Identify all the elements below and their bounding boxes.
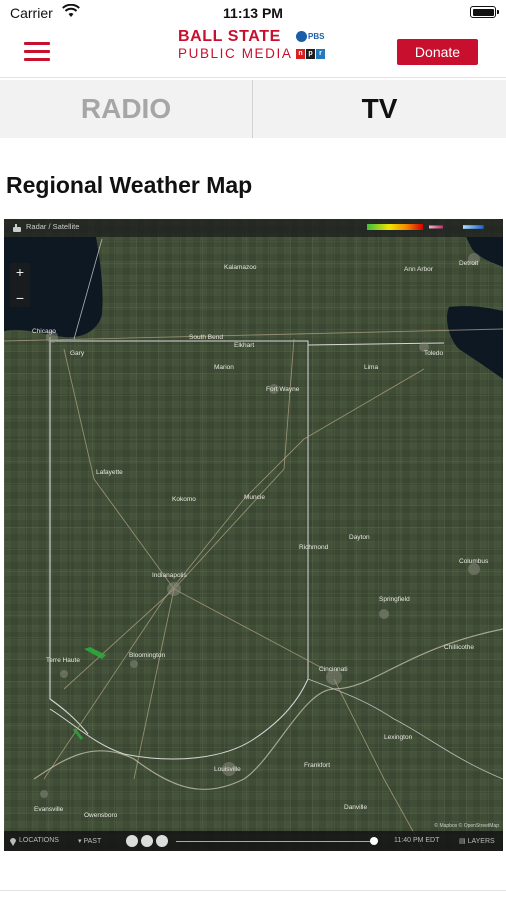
- city-label: Danville: [344, 804, 368, 811]
- city-label: Lexington: [384, 734, 413, 741]
- city-label: Lima: [364, 364, 378, 371]
- city-label: Dayton: [349, 534, 370, 541]
- zoom-in-button[interactable]: +: [10, 263, 30, 281]
- city-label: Owensboro: [84, 812, 118, 819]
- city-label: Cincinnati: [319, 666, 348, 673]
- city-label: Chicago: [32, 328, 56, 335]
- city-label: Louisville: [214, 766, 241, 773]
- city-label: Columbus: [459, 558, 489, 565]
- city-label: Indianapolis: [152, 572, 187, 579]
- play-button[interactable]: [141, 835, 153, 847]
- city-label: Ann Arbor: [404, 266, 434, 273]
- footer-divider: [0, 890, 506, 891]
- city-label: Evansville: [34, 806, 64, 813]
- weather-map[interactable]: Chicago Gary Kalamazoo Detroit Ann Arbor Tole…: [4, 219, 503, 851]
- status-bar: Carrier 11:13 PM: [0, 0, 506, 26]
- city-label: Richmond: [299, 544, 329, 551]
- city-label: Bloomington: [129, 652, 166, 659]
- page-title: Regional Weather Map: [6, 172, 253, 198]
- timeline-track[interactable]: [176, 841, 376, 842]
- donate-button[interactable]: Donate: [397, 39, 478, 65]
- layers-button[interactable]: ▤ LAYERS: [459, 837, 495, 845]
- locations-button[interactable]: LOCATIONS: [19, 837, 59, 844]
- brand-logo[interactable]: BALL STATE PUBLIC MEDIA PBS n p r: [176, 28, 336, 68]
- hand-pointer-icon[interactable]: [12, 223, 22, 233]
- map-playback-bar: LOCATIONS ▾ PAST 11:40 PM EDT ▤ LAYERS: [4, 831, 503, 851]
- city-label: Muncie: [244, 494, 265, 501]
- city-label: Terre Haute: [46, 657, 80, 664]
- step-forward-button[interactable]: [156, 835, 168, 847]
- city-label: Elkhart: [234, 342, 254, 349]
- npr-logo-icon: n p r: [296, 49, 325, 59]
- brand-name: BALL STATE: [178, 28, 281, 45]
- brand-subname: PUBLIC MEDIA: [178, 46, 293, 61]
- map-canvas[interactable]: Chicago Gary Kalamazoo Detroit Ann Arbor Tole…: [4, 219, 503, 851]
- city-label: Toledo: [424, 350, 444, 357]
- location-pin-icon: [10, 838, 16, 846]
- zoom-level-indicator: [10, 281, 30, 289]
- city-label: Kokomo: [172, 496, 196, 503]
- tab-radio[interactable]: RADIO: [0, 80, 253, 138]
- legend-snow-bar: [463, 225, 484, 229]
- map-attribution[interactable]: © Mapbox © OpenStreetMap: [434, 823, 499, 829]
- hamburger-menu-icon[interactable]: [24, 40, 52, 62]
- tab-tv[interactable]: TV: [253, 80, 506, 138]
- city-label: Kalamazoo: [224, 264, 257, 271]
- clock: 11:13 PM: [223, 5, 283, 21]
- battery-icon: [470, 6, 499, 18]
- map-layer-label[interactable]: Radar / Satellite: [26, 222, 79, 231]
- step-back-button[interactable]: [126, 835, 138, 847]
- media-tabs: RADIO TV: [0, 80, 506, 138]
- past-dropdown[interactable]: ▾ PAST: [78, 837, 101, 845]
- zoom-out-button[interactable]: −: [10, 289, 30, 307]
- pbs-logo-icon: PBS: [296, 30, 324, 42]
- city-label: Springfield: [379, 596, 410, 603]
- city-label: Detroit: [459, 260, 478, 267]
- city-label: Gary: [70, 350, 85, 357]
- legend-mix-bar: [429, 225, 443, 229]
- city-label: Frankfort: [304, 762, 330, 769]
- map-toolbar: Radar / Satellite: [4, 219, 503, 237]
- map-timestamp: 11:40 PM EDT: [394, 837, 440, 844]
- city-label: Chillicothe: [444, 644, 474, 651]
- city-label: Lafayette: [96, 469, 123, 476]
- radar-legend: [367, 222, 497, 232]
- city-label: Marion: [214, 364, 234, 371]
- legend-rain-bar: [367, 224, 423, 230]
- zoom-controls: + −: [10, 263, 30, 307]
- timeline-handle[interactable]: [370, 837, 378, 845]
- city-label: Fort Wayne: [266, 386, 300, 393]
- app-header: BALL STATE PUBLIC MEDIA PBS n p r Donate: [0, 26, 506, 78]
- city-label: South Bend: [189, 334, 223, 341]
